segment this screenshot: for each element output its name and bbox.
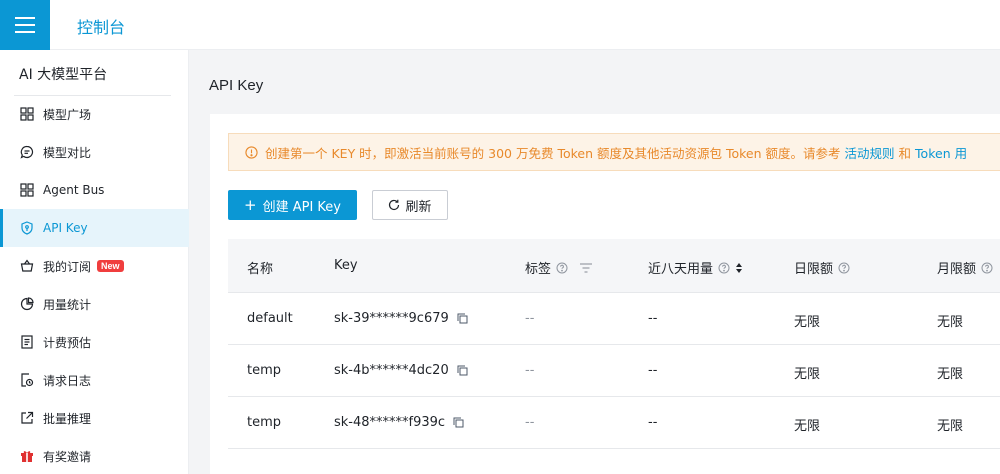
copy-icon[interactable] — [457, 313, 468, 324]
column-header-key: Key — [334, 258, 358, 273]
monthly-limit: 无限 — [937, 315, 964, 330]
basket-icon — [20, 259, 34, 273]
copy-icon[interactable] — [453, 417, 464, 428]
notice-text: 创建第一个 KEY 时，即激活当前账号的 300 万免费 Token 额度及其他… — [265, 145, 841, 161]
sidebar-item-label: 请求日志 — [43, 373, 92, 388]
help-icon[interactable] — [556, 262, 568, 274]
masked-key: sk-39******9c679 — [334, 311, 449, 326]
help-icon[interactable] — [981, 262, 993, 274]
sidebar-item-api-key[interactable]: API Key — [0, 209, 189, 247]
sidebar-item-request-logs[interactable]: 请求日志 — [0, 361, 189, 399]
sidebar-item-agent-bus[interactable]: Agent Bus — [0, 171, 189, 209]
create-api-key-label: 创建 API Key — [262, 199, 341, 215]
key-name: temp — [247, 363, 282, 378]
activity-rules-link[interactable]: 活动规则 — [845, 143, 895, 162]
column-header-daily-limit: 日限额 — [794, 258, 850, 277]
sidebar-item-label: Agent Bus — [43, 183, 105, 197]
monthly-limit: 无限 — [937, 419, 964, 434]
key-value: sk-48******f939c — [334, 415, 464, 430]
key-usage: -- — [648, 415, 658, 430]
refresh-button[interactable]: 刷新 — [372, 190, 448, 220]
grid-icon — [20, 183, 34, 197]
sidebar-item-model-square[interactable]: 模型广场 — [0, 95, 189, 133]
sidebar-item-label: 我的订阅 — [43, 259, 92, 274]
filter-icon[interactable] — [579, 262, 593, 274]
sidebar-item-subscriptions[interactable]: 我的订阅 New — [0, 247, 189, 285]
table-row: default sk-39******9c679 -- -- 无限 无限 — [228, 293, 1000, 345]
help-icon[interactable] — [838, 262, 850, 274]
key-usage: -- — [648, 311, 658, 326]
notice-banner: 创建第一个 KEY 时，即激活当前账号的 300 万免费 Token 额度及其他… — [228, 133, 1000, 171]
sidebar-item-label: 有奖邀请 — [43, 449, 92, 464]
sidebar: AI 大模型平台 模型广场 模型对比 Agent Bus API Key 我的订… — [0, 50, 189, 474]
sidebar-item-label: 批量推理 — [43, 411, 92, 426]
notice-and: 和 — [898, 145, 912, 161]
document-icon — [20, 335, 34, 349]
key-value: sk-39******9c679 — [334, 311, 468, 326]
sidebar-item-batch-inference[interactable]: 批量推理 — [0, 399, 189, 437]
key-value: sk-4b******4dc20 — [334, 363, 468, 378]
grid-icon — [20, 107, 34, 121]
sidebar-item-invite-rewards[interactable]: 有奖邀请 — [0, 437, 189, 474]
shield-key-icon — [20, 221, 34, 235]
gift-icon — [20, 449, 34, 463]
sort-icon[interactable] — [735, 262, 743, 274]
key-tags: -- — [525, 363, 535, 378]
table-row: temp sk-48******f939c -- -- 无限 无限 — [228, 397, 1000, 449]
top-bar: 控制台 — [0, 0, 1000, 50]
export-icon — [20, 411, 34, 425]
page-title: API Key — [209, 77, 264, 94]
sidebar-item-usage-stats[interactable]: 用量统计 — [0, 285, 189, 323]
table-row: temp sk-4b******4dc20 -- -- 无限 无限 — [228, 345, 1000, 397]
sidebar-item-label: 用量统计 — [43, 297, 92, 312]
pie-chart-icon — [20, 297, 34, 311]
app-title: 控制台 — [77, 18, 126, 37]
chat-icon — [20, 145, 34, 159]
key-tags: -- — [525, 311, 535, 326]
sidebar-item-label: API Key — [43, 221, 88, 235]
key-usage: -- — [648, 363, 658, 378]
daily-limit: 无限 — [794, 419, 821, 434]
column-header-tags: 标签 — [525, 258, 593, 277]
sidebar-item-billing-estimate[interactable]: 计费预估 — [0, 323, 189, 361]
daily-limit: 无限 — [794, 367, 821, 382]
plus-icon: + — [244, 195, 257, 214]
key-tags: -- — [525, 415, 535, 430]
help-icon[interactable] — [718, 262, 730, 274]
column-header-name: 名称 — [247, 262, 274, 277]
sidebar-item-model-compare[interactable]: 模型对比 — [0, 133, 189, 171]
sidebar-item-label: 计费预估 — [43, 335, 92, 350]
new-badge: New — [97, 260, 124, 272]
column-header-usage: 近八天用量 — [648, 258, 743, 277]
daily-limit: 无限 — [794, 315, 821, 330]
refresh-label: 刷新 — [405, 199, 432, 215]
sidebar-item-label: 模型对比 — [43, 145, 92, 160]
key-name: temp — [247, 415, 282, 430]
create-api-key-button[interactable]: + 创建 API Key — [228, 190, 357, 220]
hamburger-menu-icon[interactable] — [0, 0, 50, 50]
key-name: default — [247, 311, 293, 326]
table-header: 名称 Key 标签 近八天用量 日限额 月限额 — [228, 239, 1000, 293]
monthly-limit: 无限 — [937, 367, 964, 382]
refresh-icon — [389, 199, 400, 211]
masked-key: sk-48******f939c — [334, 415, 446, 430]
sidebar-item-label: 模型广场 — [43, 107, 92, 122]
platform-title: AI 大模型平台 — [19, 67, 108, 83]
masked-key: sk-4b******4dc20 — [334, 363, 449, 378]
token-usage-link[interactable]: Token 用 — [915, 143, 967, 162]
copy-icon[interactable] — [457, 365, 468, 376]
clock-file-icon — [20, 373, 34, 387]
warning-icon — [245, 145, 258, 159]
column-header-monthly-limit: 月限额 — [937, 258, 993, 277]
